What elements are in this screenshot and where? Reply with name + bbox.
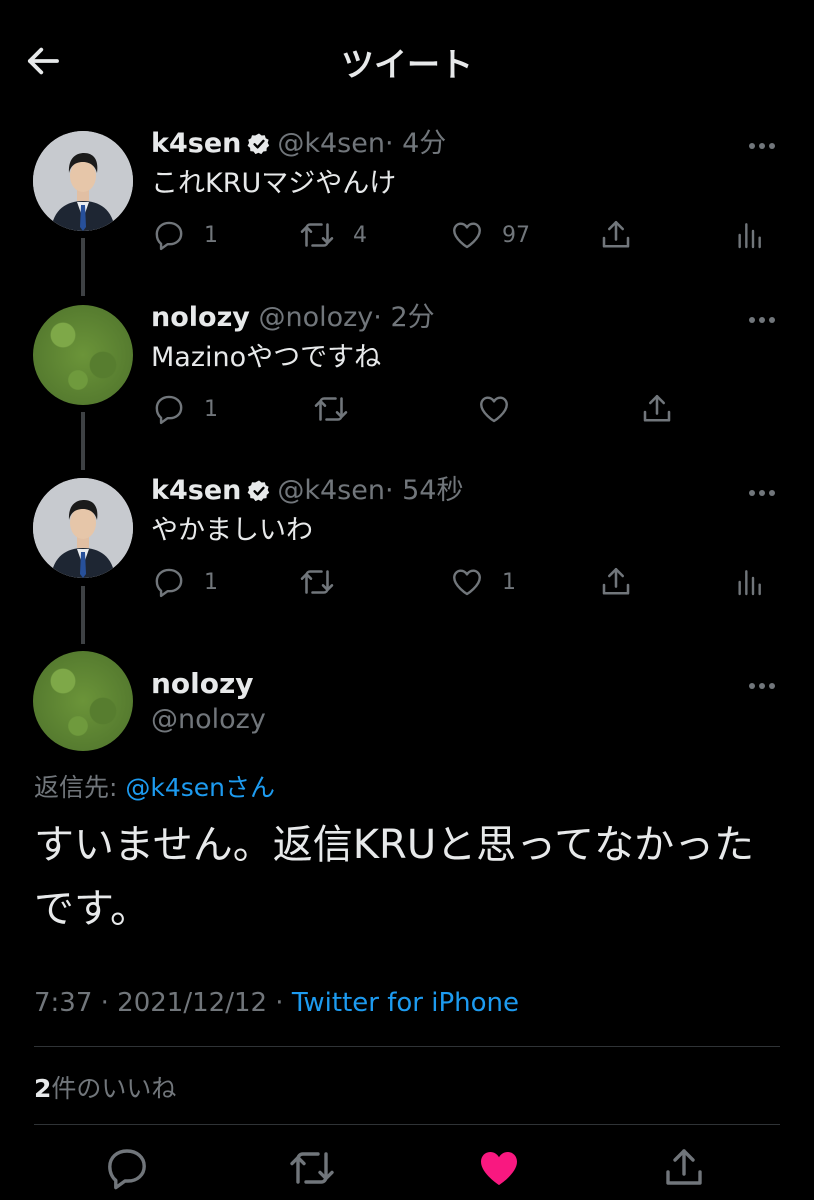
display-name[interactable]: nolozy	[151, 302, 250, 333]
retweet-count: 4	[353, 222, 367, 248]
display-name[interactable]: k4sen	[151, 128, 241, 159]
reply-icon	[103, 1144, 151, 1192]
tweet-header: k4sen @k4sen· 54秒	[151, 475, 464, 507]
reply-button[interactable]: 1	[152, 564, 218, 600]
avatar-photo	[33, 478, 133, 578]
tweet-source-link[interactable]: Twitter for iPhone	[292, 988, 519, 1018]
page-title: ツイート	[341, 45, 473, 84]
verified-badge-icon	[247, 132, 271, 156]
share-button[interactable]	[598, 564, 634, 600]
reply-button[interactable]: 1	[152, 217, 218, 253]
handle[interactable]: @nolozy	[258, 302, 373, 333]
retweet-icon	[288, 1144, 336, 1192]
like-icon	[450, 218, 484, 252]
share-button[interactable]	[639, 391, 675, 427]
avatar[interactable]	[33, 305, 133, 405]
tweet-date: · 2021/12/12 ·	[100, 988, 284, 1018]
like-button[interactable]	[475, 1144, 523, 1192]
reply-count: 1	[204, 569, 218, 595]
more-button[interactable]	[747, 141, 777, 151]
share-icon	[660, 1144, 708, 1192]
share-button[interactable]	[598, 217, 634, 253]
like-count: 97	[502, 222, 530, 248]
tweet-text: これKRUマジやんけ	[151, 168, 397, 199]
timestamp: · 2分	[373, 302, 435, 333]
thread-line	[81, 412, 85, 470]
tweet-header: nolozy @nolozy· 2分	[151, 302, 435, 334]
reply-icon	[152, 218, 186, 252]
tweet-time: 7:37	[34, 988, 93, 1018]
tweet-text: やかましいわ	[151, 515, 313, 546]
tweet-header: k4sen @k4sen· 4分	[151, 128, 446, 160]
display-name[interactable]: k4sen	[151, 475, 241, 506]
reply-icon	[152, 392, 186, 426]
like-icon	[475, 1144, 523, 1192]
retweet-button[interactable]: 4	[299, 217, 367, 253]
analytics-button[interactable]	[733, 217, 765, 253]
main-tweet-text-line: です。	[34, 886, 150, 932]
avatar[interactable]	[33, 478, 133, 578]
main-tweet-text-line: すいません。返信KRUと思ってなかった	[34, 822, 755, 868]
handle[interactable]: @k4sen	[277, 475, 385, 506]
divider	[34, 1046, 780, 1047]
main-tweet-text: すいません。返信KRUと思ってなかった です。	[34, 813, 794, 941]
like-icon	[477, 392, 511, 426]
like-button[interactable]: 1	[450, 564, 516, 600]
tweet-meta: 7:37 · 2021/12/12 · Twitter for iPhone	[34, 988, 519, 1018]
verified-badge-icon	[247, 479, 271, 503]
thread-line	[81, 586, 85, 644]
handle[interactable]: @k4sen	[277, 128, 385, 159]
retweet-icon	[313, 391, 349, 427]
avatar-photo	[33, 131, 133, 231]
like-button[interactable]: 97	[450, 217, 530, 253]
analytics-button[interactable]	[733, 564, 765, 600]
retweet-icon	[299, 564, 335, 600]
timestamp: · 4分	[384, 128, 447, 159]
reply-count: 1	[204, 396, 218, 422]
more-button[interactable]	[747, 681, 777, 691]
reply-count: 1	[204, 222, 218, 248]
like-button[interactable]	[477, 391, 511, 427]
divider	[34, 1124, 780, 1125]
more-icon	[747, 681, 777, 691]
share-icon	[598, 564, 634, 600]
handle[interactable]: @nolozy	[151, 704, 266, 735]
more-icon	[747, 141, 777, 151]
like-icon	[450, 565, 484, 599]
reply-button[interactable]	[103, 1144, 151, 1192]
avatar[interactable]	[33, 131, 133, 231]
reply-icon	[152, 565, 186, 599]
likes-label: 件のいいね	[51, 1074, 177, 1103]
thread-line	[81, 238, 85, 296]
avatar[interactable]	[33, 651, 133, 751]
reply-mention-link[interactable]: @k4senさん	[125, 773, 275, 802]
retweet-button[interactable]	[313, 391, 349, 427]
analytics-icon	[733, 218, 765, 252]
analytics-icon	[733, 565, 765, 599]
share-button[interactable]	[660, 1144, 708, 1192]
reply-button[interactable]: 1	[152, 391, 218, 427]
tweet-text: Mazinoやつですね	[151, 342, 382, 373]
like-count: 1	[502, 569, 516, 595]
retweet-button[interactable]	[299, 564, 335, 600]
retweet-button[interactable]	[288, 1144, 336, 1192]
likes-summary[interactable]: 2件のいいね	[34, 1069, 176, 1105]
more-icon	[747, 488, 777, 498]
more-icon	[747, 315, 777, 325]
likes-count: 2	[34, 1074, 52, 1103]
retweet-icon	[299, 217, 335, 253]
reply-to: 返信先: @k4senさん	[34, 768, 275, 804]
timestamp: · 54秒	[384, 475, 464, 506]
share-icon	[639, 391, 675, 427]
more-button[interactable]	[747, 315, 777, 325]
reply-to-label: 返信先:	[34, 773, 126, 802]
more-button[interactable]	[747, 488, 777, 498]
share-icon	[598, 217, 634, 253]
display-name[interactable]: nolozy	[151, 667, 254, 700]
